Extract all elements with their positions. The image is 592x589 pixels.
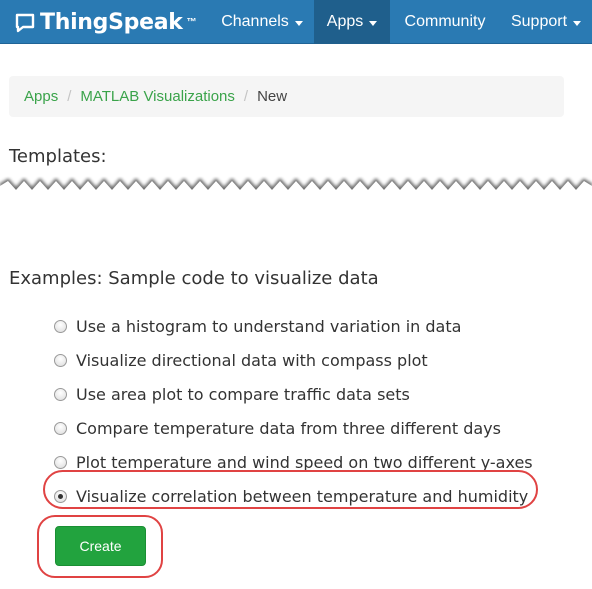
brand-trademark: ™: [186, 16, 197, 28]
radio-button[interactable]: [54, 319, 67, 333]
example-option-correlation[interactable]: Visualize correlation between temperatur…: [54, 479, 533, 513]
caret-down-icon: [294, 20, 303, 26]
example-option-compass[interactable]: Visualize directional data with compass …: [54, 343, 533, 377]
radio-button[interactable]: [54, 353, 67, 367]
option-label: Use a histogram to understand variation …: [76, 316, 462, 336]
example-option-two-y-axes[interactable]: Plot temperature and wind speed on two d…: [54, 445, 533, 479]
torn-edge-divider: [0, 177, 592, 202]
option-label: Visualize directional data with compass …: [76, 350, 428, 370]
nav-community[interactable]: Community: [392, 0, 498, 44]
example-options-list: Use a histogram to understand variation …: [54, 309, 533, 513]
examples-heading: Examples: Sample code to visualize data: [9, 268, 379, 289]
nav-channels-label: Channels: [221, 13, 289, 30]
breadcrumb-apps[interactable]: Apps: [24, 88, 58, 105]
example-option-histogram[interactable]: Use a histogram to understand variation …: [54, 309, 533, 343]
breadcrumb: Apps / MATLAB Visualizations / New: [9, 76, 564, 117]
option-label: Use area plot to compare traffic data se…: [76, 384, 410, 404]
breadcrumb-matlab-visualizations[interactable]: MATLAB Visualizations: [80, 88, 235, 105]
speech-bubble-icon: [15, 13, 35, 33]
top-navbar: ThingSpeak ™ Channels Apps Community Sup…: [0, 0, 592, 44]
breadcrumb-separator: /: [243, 88, 249, 105]
nav-apps[interactable]: Apps: [314, 0, 390, 44]
nav-support[interactable]: Support: [500, 0, 592, 44]
example-option-area-plot[interactable]: Use area plot to compare traffic data se…: [54, 377, 533, 411]
breadcrumb-separator: /: [67, 88, 72, 105]
option-label: Visualize correlation between temperatur…: [76, 486, 529, 506]
radio-button[interactable]: [54, 455, 67, 469]
breadcrumb-current: New: [257, 88, 288, 105]
caret-down-icon: [573, 20, 582, 26]
option-label: Compare temperature data from three diff…: [76, 418, 501, 438]
caret-down-icon: [369, 20, 378, 26]
radio-button[interactable]: [54, 421, 67, 435]
nav-support-label: Support: [510, 13, 568, 30]
nav-community-label: Community: [404, 13, 486, 30]
templates-heading: Templates:: [9, 146, 107, 167]
create-button[interactable]: Create: [55, 526, 146, 566]
option-label: Plot temperature and wind speed on two d…: [76, 452, 533, 472]
brand-logo[interactable]: ThingSpeak ™: [14, 0, 197, 44]
brand-name: ThingSpeak: [40, 9, 183, 35]
radio-button[interactable]: [54, 387, 67, 401]
nav-apps-label: Apps: [326, 13, 364, 30]
nav-channels[interactable]: Channels: [212, 0, 312, 44]
example-option-three-days[interactable]: Compare temperature data from three diff…: [54, 411, 533, 445]
radio-button-selected[interactable]: [54, 489, 67, 503]
